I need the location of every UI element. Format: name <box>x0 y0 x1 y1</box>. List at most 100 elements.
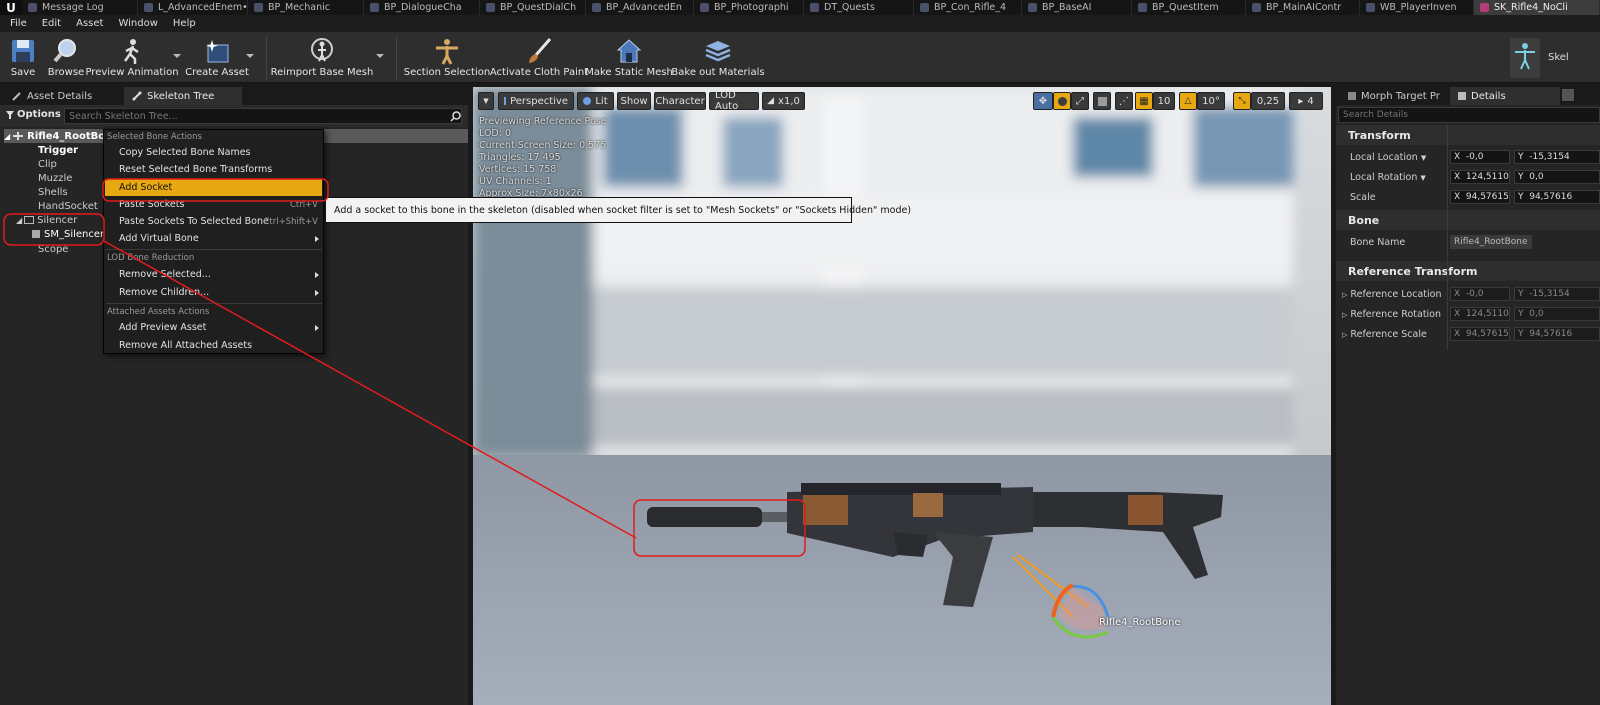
tab-bp-photograph[interactable]: BP_Photographi <box>694 0 804 15</box>
add-preview-asset-item[interactable]: Add Preview Asset <box>105 319 322 336</box>
tab-details[interactable]: Details <box>1450 87 1560 105</box>
menu-file[interactable]: File <box>10 18 27 29</box>
scale-snap-value[interactable]: 0,25 <box>1251 92 1285 110</box>
section-transform[interactable]: Transform <box>1336 125 1600 145</box>
show-button[interactable]: Show <box>617 92 651 110</box>
menu-asset[interactable]: Asset <box>76 18 103 29</box>
local-rotation-label[interactable]: Local Rotation ▼ <box>1350 172 1426 183</box>
skeleton-mode-button[interactable] <box>1510 38 1540 78</box>
create-asset-dropdown-icon[interactable] <box>246 54 254 58</box>
grid-snap-toggle[interactable]: ▦ <box>1135 92 1153 110</box>
skeleton-search-input[interactable] <box>64 108 462 124</box>
paste-sockets-item[interactable]: Paste Sockets Ctrl+V <box>105 196 322 213</box>
viewport-stat: Vertices: 15 758 <box>479 164 557 175</box>
activate-cloth-paint-button[interactable]: Activate Cloth Paint <box>490 34 588 82</box>
local-location-x[interactable]: X -0,0 <box>1450 150 1510 164</box>
local-rotation-x[interactable]: X 124,5110 <box>1450 170 1510 184</box>
local-location-label[interactable]: Local Location ▼ <box>1350 152 1426 163</box>
menu-help[interactable]: Help <box>173 18 196 29</box>
add-virtual-bone-item[interactable]: Add Virtual Bone <box>105 230 322 247</box>
tree-item-muzzle[interactable]: Muzzle <box>38 171 72 185</box>
tab-sk-rifle4[interactable]: SK_Rifle4_NoCli <box>1474 0 1600 15</box>
tab-bp-mechanic[interactable]: BP_Mechanic <box>248 0 364 15</box>
details-search-input[interactable] <box>1338 107 1600 123</box>
reimport-base-mesh-button[interactable]: Reimport Base Mesh <box>271 34 373 82</box>
tree-item-sm-silencer[interactable]: SM_Silencer <box>32 227 104 241</box>
playback-speed-button[interactable]: ◢ x1,0 <box>762 92 805 110</box>
remove-children-item[interactable]: Remove Children... <box>105 284 322 301</box>
paste-sockets-to-bone-item[interactable]: Paste Sockets To Selected Bone Ctrl+Shift… <box>105 213 322 230</box>
local-location-y[interactable]: Y -15,3154 <box>1514 150 1600 164</box>
menu-edit[interactable]: Edit <box>42 18 61 29</box>
tab-skeleton-tree[interactable]: Skeleton Tree <box>124 87 242 105</box>
reimport-dropdown-icon[interactable] <box>376 54 384 58</box>
panel-options-icon[interactable] <box>1562 89 1574 101</box>
scale-tool-button[interactable]: ⤢ <box>1071 92 1089 110</box>
tab-dt-quests[interactable]: DT_Quests <box>804 0 914 15</box>
browse-button[interactable]: Browse <box>46 34 86 82</box>
grid-snap-value[interactable]: 10 <box>1153 92 1175 110</box>
tab-bp-advanced[interactable]: BP_AdvancedEn <box>586 0 694 15</box>
perspective-button[interactable]: Perspective <box>498 92 574 110</box>
tree-item-scope[interactable]: Scope <box>38 242 68 256</box>
rotation-snap-toggle[interactable]: △ <box>1179 92 1197 110</box>
camera-speed-button[interactable]: ▸ 4 <box>1289 92 1323 110</box>
rotate-tool-button[interactable] <box>1053 92 1071 110</box>
scale-y[interactable]: Y 94,57616 <box>1514 190 1600 204</box>
tab-bp-mainaicontroller[interactable]: BP_MainAIContr <box>1246 0 1360 15</box>
add-socket-tooltip: Add a socket to this bone in the skeleto… <box>325 197 911 223</box>
reference-rotation-label[interactable]: ▷ Reference Rotation <box>1342 309 1441 320</box>
copy-bone-names-item[interactable]: Copy Selected Bone Names <box>105 144 322 161</box>
surface-snap-button[interactable]: ⋰ <box>1115 92 1133 110</box>
tab-bp-questdial[interactable]: BP_QuestDialCh <box>480 0 586 15</box>
tab-bp-dialogue[interactable]: BP_DialogueCha <box>364 0 480 15</box>
menu-window[interactable]: Window <box>118 18 157 29</box>
viewport-options-button[interactable]: ▼ <box>478 92 494 110</box>
tab-asset-details[interactable]: Asset Details <box>4 87 120 105</box>
unreal-logo-icon[interactable]: U <box>0 0 22 15</box>
tab-wb-playerinventory[interactable]: WB_PlayerInven <box>1360 0 1474 15</box>
lit-button[interactable]: Lit <box>577 92 614 110</box>
tab-level[interactable]: L_AdvancedEnem• <box>138 0 248 15</box>
camera-icon <box>504 97 507 105</box>
tab-morph-target-preview[interactable]: Morph Target Pr <box>1340 87 1448 105</box>
viewport-stat: Triangles: 17 495 <box>479 152 561 163</box>
blueprint-icon <box>1252 3 1261 12</box>
preview-animation-button[interactable]: Preview Animation <box>85 34 179 82</box>
world-local-button[interactable] <box>1093 92 1111 110</box>
translate-tool-button[interactable]: ✥ <box>1033 92 1053 110</box>
make-static-mesh-button[interactable]: Make Static Mesh <box>585 34 673 82</box>
tree-item-shells[interactable]: Shells <box>38 185 68 199</box>
section-selection-button[interactable]: Section Selection <box>404 34 490 82</box>
tree-item-silencer[interactable]: ◢ Silencer <box>16 213 77 227</box>
tree-item-trigger[interactable]: Trigger <box>38 143 78 157</box>
scale-snap-toggle[interactable]: ⤡ <box>1233 92 1251 110</box>
rotation-snap-value[interactable]: 10° <box>1197 92 1225 110</box>
tab-message-log[interactable]: Message Log <box>22 0 138 15</box>
tree-item-handsocket[interactable]: HandSocket <box>38 199 98 213</box>
tree-item-clip[interactable]: Clip <box>38 157 57 171</box>
bake-out-materials-button[interactable]: Bake out Materials <box>671 34 765 82</box>
remove-all-attached-item[interactable]: Remove All Attached Assets <box>105 337 322 354</box>
submenu-arrow-icon <box>315 235 319 242</box>
create-asset-button[interactable]: Create Asset <box>185 34 249 82</box>
3d-viewport[interactable]: ▼ Perspective Lit Show Character LOD Aut… <box>473 87 1331 705</box>
remove-selected-item[interactable]: Remove Selected... <box>105 266 322 283</box>
section-bone[interactable]: Bone <box>1336 210 1600 230</box>
create-asset-icon <box>206 40 229 63</box>
reset-bone-transforms-item[interactable]: Reset Selected Bone Transforms <box>105 161 322 178</box>
section-reference-transform[interactable]: Reference Transform <box>1336 261 1600 281</box>
add-socket-item[interactable]: Add Socket <box>105 179 322 196</box>
character-button[interactable]: Character <box>654 92 706 110</box>
reference-location-label[interactable]: ▷ Reference Location <box>1342 289 1441 300</box>
save-button[interactable]: Save <box>6 34 40 82</box>
scale-x[interactable]: X 94,57615 <box>1450 190 1510 204</box>
tab-bp-baseai[interactable]: BP_BaseAI <box>1022 0 1132 15</box>
preview-animation-dropdown-icon[interactable] <box>173 54 181 58</box>
lod-button[interactable]: LOD Auto <box>709 90 759 112</box>
tab-bp-questitem[interactable]: BP_QuestItem <box>1132 0 1246 15</box>
options-button[interactable]: Options ▼ <box>6 109 69 120</box>
reference-scale-label[interactable]: ▷ Reference Scale <box>1342 329 1427 340</box>
local-rotation-y[interactable]: Y 0,0 <box>1514 170 1600 184</box>
tab-bp-con-rifle[interactable]: BP_Con_Rifle_4 <box>914 0 1022 15</box>
